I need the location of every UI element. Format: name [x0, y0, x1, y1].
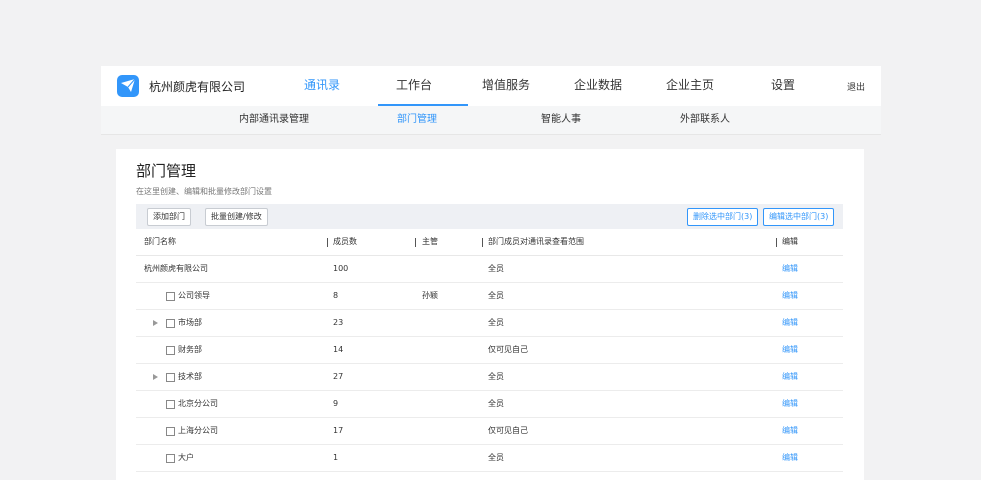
member-count: 9 [333, 399, 339, 408]
row-checkbox[interactable] [166, 427, 175, 436]
table-toolbar: 添加部门 批量创建/修改 删除选中部门(3) 编辑选中部门(3) [136, 204, 843, 229]
column-header-name: 部门名称 [144, 237, 176, 246]
logout-link[interactable]: 退出 [847, 80, 865, 93]
visibility-scope: 仅可见自己 [488, 345, 528, 354]
edit-link[interactable]: 编辑 [782, 310, 798, 336]
edit-link[interactable]: 编辑 [782, 391, 798, 417]
paper-plane-icon[interactable] [117, 75, 139, 97]
column-header-scope: 部门成员对通讯录查看范围 [488, 237, 584, 246]
visibility-scope: 全员 [488, 264, 504, 273]
batch-create-edit-button[interactable]: 批量创建/修改 [205, 208, 268, 226]
row-checkbox[interactable] [166, 292, 175, 301]
department-name: 市场部 [178, 318, 202, 327]
member-count: 1 [333, 453, 339, 462]
manager-name: 孙颖 [422, 291, 438, 300]
company-name: 杭州颜虎有限公司 [149, 80, 246, 94]
member-count: 14 [333, 345, 344, 354]
nav-enterprise-data[interactable]: 企业数据 [574, 66, 622, 106]
table-row: 大户 1 全员 编辑 [136, 445, 843, 472]
row-checkbox[interactable] [166, 319, 175, 328]
column-divider [482, 238, 483, 247]
sub-nav-bar: 内部通讯录管理 部门管理 智能人事 外部联系人 [101, 106, 881, 135]
department-name: 财务部 [178, 345, 202, 354]
top-nav-bar: 杭州颜虎有限公司 通讯录 工作台 增值服务 企业数据 企业主页 设置 退出 [101, 66, 881, 106]
department-name: 技术部 [178, 372, 202, 381]
edit-link[interactable]: 编辑 [782, 445, 798, 471]
edit-link[interactable]: 编辑 [782, 364, 798, 390]
table-header: 部门名称 成员数 主管 部门成员对通讯录查看范围 编辑 [136, 229, 843, 256]
table-row: 公司领导 8 孙颖 全员 编辑 [136, 283, 843, 310]
department-name: 北京分公司 [178, 399, 218, 408]
edit-link[interactable]: 编辑 [782, 418, 798, 444]
department-name: 上海分公司 [178, 426, 218, 435]
edit-link[interactable]: 编辑 [782, 337, 798, 363]
page-title: 部门管理 [136, 162, 197, 180]
column-header-manager: 主管 [422, 237, 438, 246]
member-count: 27 [333, 372, 344, 381]
table-row: 技术部 27 全员 编辑 [136, 364, 843, 391]
department-name: 杭州颜虎有限公司 [144, 264, 208, 273]
row-checkbox[interactable] [166, 346, 175, 355]
row-checkbox[interactable] [166, 373, 175, 382]
column-header-members: 成员数 [333, 237, 357, 246]
delete-selected-button[interactable]: 删除选中部门(3) [687, 208, 759, 226]
edit-link[interactable]: 编辑 [782, 256, 798, 282]
table-row: 上海分公司 17 仅可见自己 编辑 [136, 418, 843, 445]
column-divider [776, 238, 777, 247]
subnav-smart-hr[interactable]: 智能人事 [541, 106, 581, 134]
department-management-card: 部门管理 在这里创建、编辑和批量修改部门设置 添加部门 批量创建/修改 删除选中… [116, 149, 864, 480]
expand-caret-icon[interactable] [153, 374, 158, 380]
edit-selected-button[interactable]: 编辑选中部门(3) [763, 208, 835, 226]
row-checkbox[interactable] [166, 400, 175, 409]
member-count: 100 [333, 264, 349, 273]
visibility-scope: 全员 [488, 453, 504, 462]
member-count: 23 [333, 318, 344, 327]
visibility-scope: 全员 [488, 399, 504, 408]
table-row: 财务部 14 仅可见自己 编辑 [136, 337, 843, 364]
add-department-button[interactable]: 添加部门 [147, 208, 191, 226]
visibility-scope: 全员 [488, 291, 504, 300]
nav-enterprise-homepage[interactable]: 企业主页 [666, 66, 714, 106]
visibility-scope: 仅可见自己 [488, 426, 528, 435]
nav-value-added-services[interactable]: 增值服务 [482, 66, 530, 106]
visibility-scope: 全员 [488, 372, 504, 381]
department-name: 大户 [178, 453, 194, 462]
table-row: 北京分公司 9 全员 编辑 [136, 391, 843, 418]
expand-caret-icon[interactable] [153, 320, 158, 326]
subnav-external-contacts[interactable]: 外部联系人 [680, 106, 730, 134]
column-divider [327, 238, 328, 247]
member-count: 8 [333, 291, 339, 300]
member-count: 17 [333, 426, 344, 435]
nav-settings[interactable]: 设置 [771, 66, 795, 106]
edit-link[interactable]: 编辑 [782, 283, 798, 309]
nav-contacts[interactable]: 通讯录 [304, 66, 340, 106]
table-row: 杭州颜虎有限公司 100 全员 编辑 [136, 256, 843, 283]
department-name: 公司领导 [178, 291, 210, 300]
table-row: 市场部 23 全员 编辑 [136, 310, 843, 337]
subnav-internal-contacts[interactable]: 内部通讯录管理 [239, 106, 309, 134]
row-checkbox[interactable] [166, 454, 175, 463]
column-header-edit: 编辑 [782, 237, 798, 246]
nav-workbench[interactable]: 工作台 [396, 66, 432, 106]
column-divider [415, 238, 416, 247]
page-description: 在这里创建、编辑和批量修改部门设置 [136, 187, 272, 196]
subnav-department-management[interactable]: 部门管理 [397, 106, 437, 134]
department-table-body: 杭州颜虎有限公司 100 全员 编辑 公司领导 8 孙颖 全员 编辑 市场部 23 全员 编辑 财务部 14… [136, 256, 843, 472]
visibility-scope: 全员 [488, 318, 504, 327]
